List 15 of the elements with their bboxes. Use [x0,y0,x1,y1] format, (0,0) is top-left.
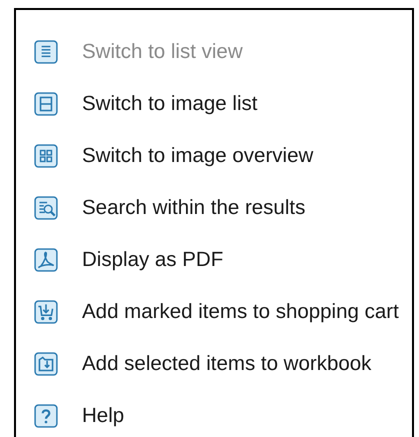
menu-item[interactable]: Switch to image overview [16,130,412,182]
grid-icon [34,144,58,168]
folder-icon [34,352,58,376]
menu-item[interactable]: Help [16,390,412,437]
help-icon [34,404,58,428]
menu-item[interactable]: Display as PDF [16,234,412,286]
search-icon [34,196,58,220]
menu-item[interactable]: Search within the results [16,182,412,234]
rows-icon [34,92,58,116]
menu-item[interactable]: Add marked items to shopping cart [16,286,412,338]
list-icon [34,40,58,64]
pdf-icon [34,248,58,272]
menu-item[interactable]: Switch to image list [16,78,412,130]
menu-item[interactable]: Add selected items to workbook [16,338,412,390]
cart-icon [34,300,58,324]
